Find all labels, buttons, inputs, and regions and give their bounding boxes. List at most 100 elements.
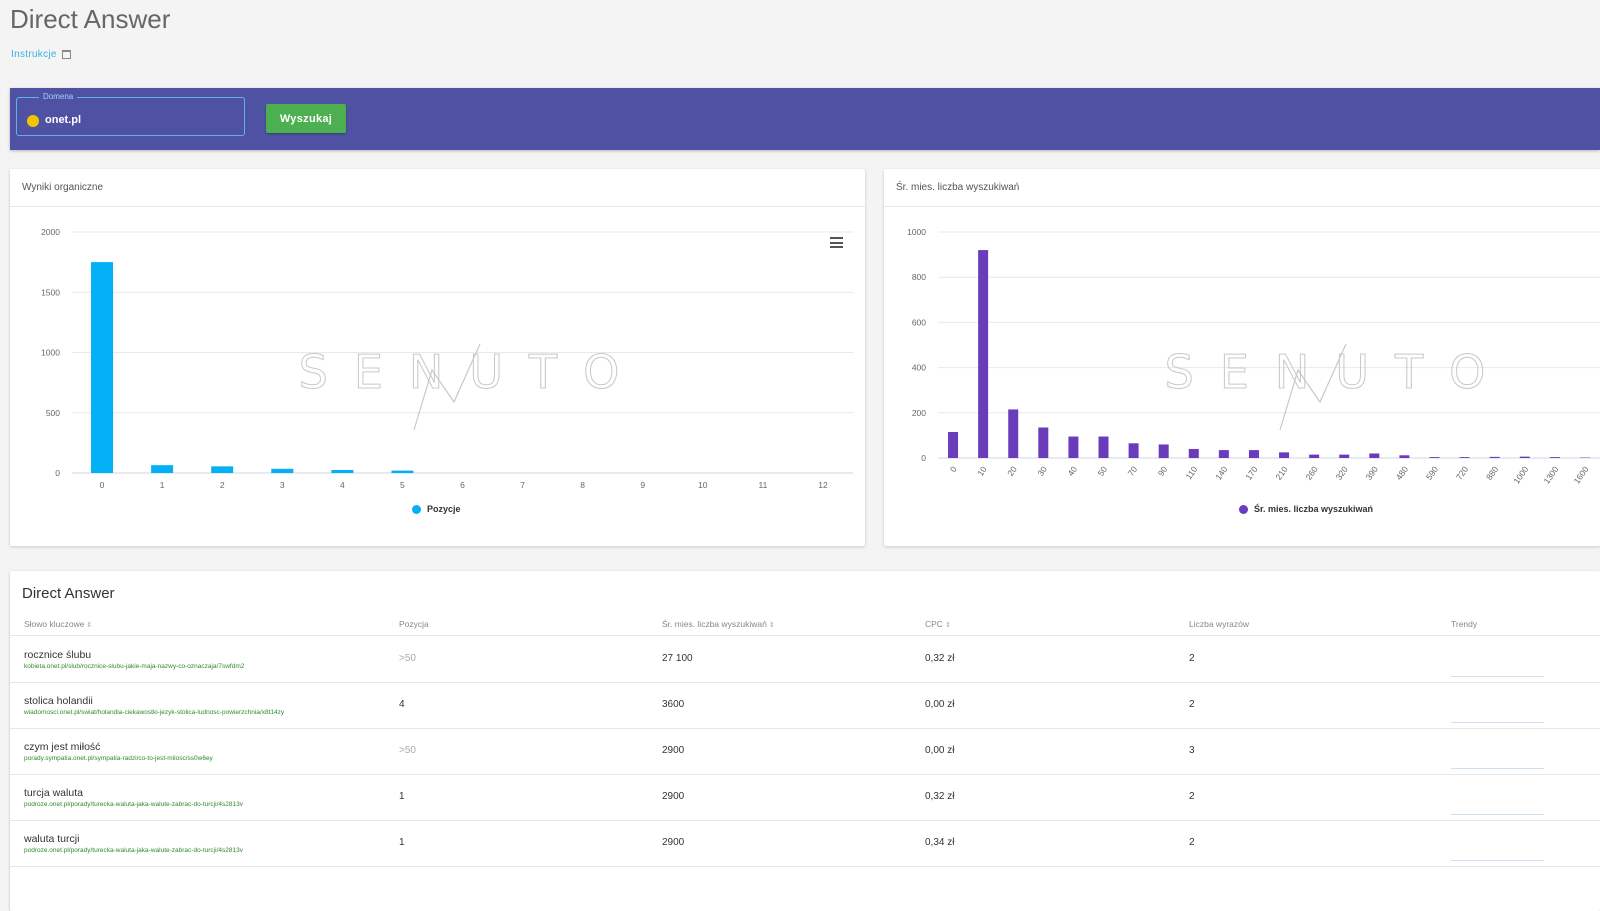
bar-70[interactable]: [1128, 443, 1139, 458]
volume-value: 3600: [662, 699, 685, 710]
legend-label: Pozycje: [427, 504, 461, 514]
position-value: >50: [399, 653, 416, 664]
bar-1[interactable]: [151, 465, 174, 473]
bar-880[interactable]: [1489, 456, 1500, 458]
x-tick-label: 320: [1334, 464, 1350, 482]
y-tick-label: 0: [55, 468, 60, 478]
bar-2[interactable]: [211, 466, 234, 473]
x-tick-label: 0: [100, 480, 105, 490]
bar-90[interactable]: [1158, 444, 1169, 458]
trend-sparkline: [1451, 722, 1544, 723]
x-tick-label: 2: [220, 480, 225, 490]
keyword[interactable]: waluta turcji: [24, 833, 79, 845]
keyword[interactable]: czym jest miłość: [24, 741, 100, 753]
bar-1300[interactable]: [1549, 457, 1560, 458]
search-button[interactable]: Wyszukaj: [266, 104, 346, 133]
watermark-text: SENUTO: [1165, 345, 1512, 399]
column-header-position: Pozycja: [399, 619, 429, 629]
keyword[interactable]: stolica holandii: [24, 695, 93, 707]
x-tick-label: 210: [1273, 464, 1289, 482]
y-tick-label: 600: [912, 317, 926, 327]
column-header-cpc[interactable]: CPC ⇕: [925, 619, 951, 629]
keyword-url[interactable]: porady.sympatia.onet.pl/sympatia-radzi/c…: [24, 755, 213, 762]
cpc-value: 0,34 zł: [925, 837, 955, 848]
page-title: Direct Answer: [10, 4, 171, 34]
y-tick-label: 200: [912, 408, 926, 418]
bar-210[interactable]: [1279, 452, 1290, 458]
domain-input[interactable]: [45, 112, 235, 128]
volume-value: 2900: [662, 791, 685, 802]
bar-590[interactable]: [1429, 457, 1440, 458]
bar-5[interactable]: [391, 470, 414, 473]
chart-legend[interactable]: Śr. mies. liczba wyszukiwań: [1239, 504, 1373, 514]
trend-sparkline: [1451, 768, 1544, 769]
direct-answer-table: Direct Answer Słowo kluczowe ⇕ Pozycja Śr…: [10, 571, 1600, 911]
column-header-trends: Trendy: [1451, 619, 1478, 629]
bar-110[interactable]: [1188, 448, 1199, 458]
bar-140[interactable]: [1218, 450, 1229, 458]
bar-0[interactable]: [948, 432, 959, 458]
column-header-volume[interactable]: Śr. mies. liczba wyszukiwań ⇕: [662, 619, 775, 629]
table-row[interactable]: waluta turcji podroze.onet.pl/porady/tur…: [10, 820, 1600, 867]
x-tick-label: 70: [1126, 464, 1140, 478]
bar-3[interactable]: [271, 468, 294, 473]
bar-40[interactable]: [1068, 436, 1079, 458]
legend-label: Śr. mies. liczba wyszukiwań: [1254, 504, 1374, 514]
keyword[interactable]: rocznice ślubu: [24, 649, 91, 661]
sort-icon: ⇕: [768, 622, 775, 629]
cpc-value: 0,32 zł: [925, 791, 955, 802]
x-tick-label: 90: [1156, 464, 1170, 478]
y-tick-label: 1000: [907, 227, 926, 237]
table-row[interactable]: czym jest miłość porady.sympatia.onet.pl…: [10, 728, 1600, 775]
y-tick-label: 0: [921, 453, 926, 463]
card-title: Śr. mies. liczba wyszukiwań: [896, 182, 1020, 193]
x-tick-label: 7: [520, 480, 525, 490]
domain-label: Domena: [39, 91, 78, 103]
chart-menu-icon[interactable]: [830, 237, 843, 248]
bar-10[interactable]: [978, 250, 989, 458]
x-tick-label: 3: [280, 480, 285, 490]
keyword-url[interactable]: kobieta.onet.pl/slub/rocznice-slubu-jaki…: [24, 663, 244, 670]
column-header-keyword[interactable]: Słowo kluczowe ⇕: [24, 619, 92, 629]
domain-field[interactable]: Domena: [16, 91, 245, 136]
x-tick-label: 8: [580, 480, 585, 490]
position-value: 4: [399, 699, 405, 710]
bar-720[interactable]: [1459, 457, 1470, 458]
bar-480[interactable]: [1399, 455, 1410, 458]
keyword-url[interactable]: podroze.onet.pl/porady/turecka-waluta-ja…: [24, 801, 243, 808]
position-value: >50: [399, 745, 416, 756]
x-tick-label: 1000: [1511, 464, 1530, 485]
x-tick-label: 10: [975, 464, 989, 478]
cpc-value: 0,00 zł: [925, 699, 955, 710]
bar-320[interactable]: [1339, 454, 1350, 458]
table-row[interactable]: stolica holandii wiadomosci.onet.pl/swia…: [10, 682, 1600, 729]
bar-30[interactable]: [1038, 427, 1049, 458]
keyword[interactable]: turcja waluta: [24, 787, 83, 799]
instructions-label: Instrukcje: [11, 49, 57, 60]
bar-1000[interactable]: [1519, 456, 1530, 458]
table-row[interactable]: rocznice ślubu kobieta.onet.pl/slub/rocz…: [10, 636, 1600, 683]
cpc-value: 0,00 zł: [925, 745, 955, 756]
instructions-link[interactable]: Instrukcje: [11, 49, 71, 60]
table-row[interactable]: turcja waluta podroze.onet.pl/porady/tur…: [10, 774, 1600, 821]
bar-390[interactable]: [1369, 453, 1380, 458]
x-tick-label: 5: [400, 480, 405, 490]
bar-20[interactable]: [1008, 409, 1019, 458]
x-tick-label: 1300: [1541, 464, 1560, 485]
x-tick-label: 12: [818, 480, 828, 490]
x-tick-label: 110: [1183, 464, 1199, 481]
bar-260[interactable]: [1309, 454, 1320, 458]
bar-4[interactable]: [331, 469, 354, 473]
bar-170[interactable]: [1248, 450, 1259, 458]
bar-50[interactable]: [1098, 436, 1109, 458]
keyword-url[interactable]: podroze.onet.pl/porady/turecka-waluta-ja…: [24, 847, 243, 854]
keyword-url[interactable]: wiadomosci.onet.pl/swiat/holandia-ciekaw…: [24, 709, 284, 716]
bar-0[interactable]: [91, 262, 114, 473]
x-tick-label: 20: [1005, 464, 1019, 478]
legend-dot-icon: [1239, 504, 1248, 514]
x-tick-label: 480: [1394, 464, 1410, 482]
external-window-icon: [61, 50, 71, 59]
y-tick-label: 1500: [41, 287, 60, 297]
chart-legend[interactable]: Pozycje: [412, 504, 461, 514]
x-tick-label: 390: [1364, 464, 1380, 482]
